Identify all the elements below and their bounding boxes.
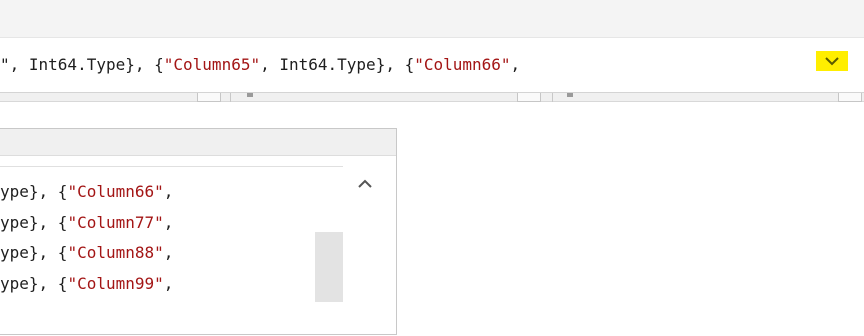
chevron-up-icon [358, 179, 372, 188]
code-string-literal: "Column66" [67, 182, 164, 201]
column-header-strip [0, 93, 864, 102]
expand-formula-bar-button[interactable] [816, 51, 848, 71]
popup-header [0, 129, 396, 156]
column-filter-handle[interactable] [517, 93, 541, 102]
formula-text-part: , Int64.Type}, { [260, 55, 415, 74]
code-line: ype}, {"Column99", [0, 273, 173, 295]
code-text: ype}, { [0, 213, 68, 232]
column-separator [230, 93, 231, 102]
chevron-down-icon [825, 57, 839, 66]
formula-string-literal: "Column66" [414, 55, 511, 74]
code-string-literal: "Column88" [67, 243, 164, 262]
code-string-literal: "Column99" [67, 274, 164, 293]
formula-text[interactable]: ", Int64.Type}, {"Column65", Int64.Type}… [0, 54, 520, 76]
column-filter-handle[interactable] [838, 93, 862, 102]
code-string-literal: "Column77" [67, 213, 164, 232]
code-text: ype}, { [0, 243, 68, 262]
code-text: , [163, 213, 174, 232]
formula-text-part: , [510, 55, 521, 74]
scrollbar-thumb[interactable] [315, 232, 343, 302]
code-line: ype}, {"Column66", [0, 181, 173, 203]
formula-text-part: ", Int64.Type}, { [0, 55, 164, 74]
code-text: ype}, { [0, 182, 68, 201]
code-text: , [163, 182, 174, 201]
popup-code-area[interactable]: ype}, {"Column66", ype}, {"Column77", yp… [0, 166, 343, 336]
top-toolbar-band [0, 0, 864, 38]
column-separator [552, 93, 553, 102]
formula-string-literal: "Column65" [163, 55, 261, 74]
column-type-icon [247, 93, 253, 97]
code-text: , [163, 274, 174, 293]
code-line: ype}, {"Column88", [0, 242, 173, 264]
code-line: ype}, {"Column77", [0, 212, 173, 234]
scroll-up-button[interactable] [355, 176, 375, 192]
column-filter-handle[interactable] [197, 93, 221, 102]
column-type-icon [567, 93, 573, 97]
code-text: ype}, { [0, 274, 68, 293]
code-text: , [163, 243, 174, 262]
formula-bar[interactable]: ", Int64.Type}, {"Column65", Int64.Type}… [0, 38, 864, 93]
